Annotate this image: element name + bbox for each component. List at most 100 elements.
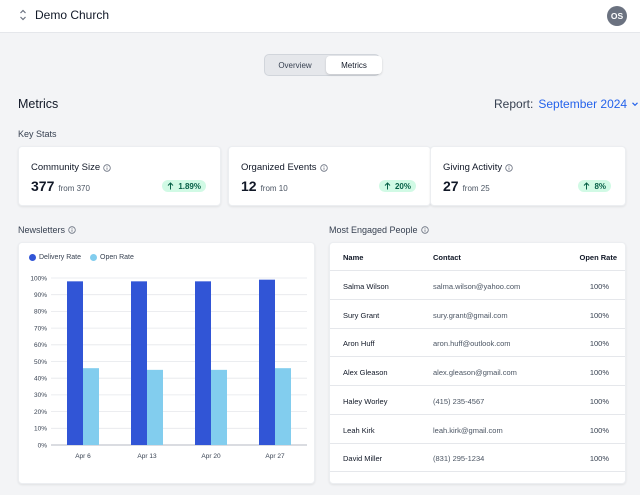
engaged-label: Most Engaged People [329,225,429,235]
report-selector[interactable]: Report: September 2024 [494,97,639,111]
x-tick-label: Apr 27 [265,453,285,460]
arrow-up-icon [384,182,391,190]
table-row[interactable]: Aron Huff aron.huff@outlook.com 100% [330,328,625,358]
bar-delivery-rate[interactable] [67,281,83,445]
person-contact[interactable]: sury.grant@gmail.com [433,311,508,320]
table-row[interactable]: Alex Gleason alex.gleason@gmail.com 100% [330,357,625,387]
org-switcher[interactable]: Demo Church [18,8,109,22]
bar-delivery-rate[interactable] [195,281,211,445]
bar-delivery-rate[interactable] [131,281,147,445]
table-header: Name Contact Open Rate [330,243,625,271]
chevron-down-icon [632,102,639,107]
bar-open-rate[interactable] [275,368,291,445]
engaged-label-text: Most Engaged People [329,225,418,235]
info-icon[interactable] [319,163,328,172]
change-value: 1.89% [178,181,201,191]
stat-card-community-size: Community Size 377 from 370 1.89% [18,146,221,206]
stat-card-organized-events: Organized Events 12 from 10 20% [228,146,431,206]
x-tick-label: Apr 20 [201,453,221,460]
person-open-rate: 100% [589,368,609,378]
person-contact[interactable]: aron.huff@outlook.com [433,339,511,348]
y-tick-label: 100% [30,275,47,282]
table-row[interactable]: Sury Grant sury.grant@gmail.com 100% [330,300,625,329]
org-name: Demo Church [35,8,110,22]
view-tabs: Overview Metrics [264,54,382,76]
bar-open-rate[interactable] [147,369,163,445]
y-tick-label: 60% [34,342,47,349]
arrow-up-icon [167,182,174,190]
info-icon[interactable] [505,163,513,172]
person-contact[interactable]: alex.gleason@gmail.com [433,368,517,377]
bar-delivery-rate[interactable] [259,279,275,445]
key-stats-label: Key Stats [18,129,57,139]
stat-from: from 10 [260,184,288,193]
stat-from: from 370 [58,184,90,193]
stat-number: 12 [241,178,257,194]
bar-open-rate[interactable] [83,368,99,445]
change-badge: 20% [378,180,416,192]
newsletters-label-text: Newsletters [18,225,66,235]
bar-open-rate[interactable] [211,369,227,445]
tab-overview[interactable]: Overview [267,56,323,74]
report-label: Report: [494,97,534,111]
person-contact[interactable]: grigeroj@sambriosed.com [433,483,521,484]
person-name: Joanne Grigero [343,483,395,484]
table-row[interactable]: Salma Wilson salma.wilson@yahoo.com 100% [330,271,625,300]
stat-title-text: Giving Activity [443,162,503,173]
change-badge: 8% [578,180,611,192]
stat-title: Community Size [31,162,111,173]
change-badge: 1.89% [162,180,206,192]
stat-from: from 25 [462,184,490,193]
table-row[interactable]: Leah Kirk leah.kirk@gmail.com 100% [330,415,625,444]
change-value: 20% [394,181,411,191]
person-contact[interactable]: (415) 235-4567 [433,397,484,406]
y-tick-label: 50% [34,359,47,366]
x-tick-label: Apr 13 [137,453,157,460]
stat-title-text: Organized Events [241,162,317,173]
person-name: Leah Kirk [343,425,375,435]
avatar[interactable]: OS [607,6,627,26]
y-tick-label: 10% [34,426,47,433]
info-icon[interactable] [103,163,111,172]
stat-number: 27 [443,178,459,194]
person-name: Salma Wilson [343,282,389,291]
y-tick-label: 40% [34,376,47,383]
y-tick-label: 90% [34,292,47,299]
person-name: Haley Worley [343,396,388,406]
table-row[interactable]: Joanne Grigero grigeroj@sambriosed.com 100… [330,472,625,484]
stat-value: 377 from 370 [31,178,90,194]
person-open-rate: 100% [589,454,609,464]
change-value: 8% [594,181,606,191]
person-contact[interactable]: (831) 295-1234 [433,454,484,463]
tab-metrics[interactable]: Metrics [326,56,382,74]
column-header-contact[interactable]: Contact [433,253,461,262]
report-value: September 2024 [538,97,628,111]
person-open-rate: 100% [589,396,609,406]
table-row[interactable]: Haley Worley (415) 235-4567 100% [330,386,625,415]
chevron-up-down-icon [20,9,26,21]
top-bar: Demo Church OS [0,0,640,33]
column-header-name[interactable]: Name [343,253,363,262]
stat-value: 27 from 25 [443,178,490,194]
person-open-rate: 100% [589,425,609,435]
table-row[interactable]: David Miller (831) 295-1234 100% [330,443,625,473]
column-header-open-rate[interactable]: Open Rate [579,253,617,262]
person-name: Aron Huff [343,339,375,349]
person-name: Sury Grant [343,310,380,320]
y-tick-label: 80% [34,309,47,316]
stat-title: Organized Events [241,162,328,173]
newsletters-bar-chart: 0% 10% 20% 30% 40% 50% 60% 70% 80% 90% 100% Apr 6 Ap… [30,275,307,460]
person-open-rate: 100% [589,339,609,349]
y-tick-label: 70% [34,325,47,332]
person-contact[interactable]: leah.kirk@gmail.com [433,426,503,435]
stat-title-text: Community Size [31,162,101,173]
info-icon[interactable] [420,226,429,234]
arrow-up-icon [584,182,590,190]
info-icon[interactable] [68,226,76,234]
engaged-table: Name Contact Open Rate Salma Wilson salma… [329,242,626,484]
person-name: David Miller [343,454,383,464]
y-tick-label: 20% [34,409,47,416]
person-contact[interactable]: salma.wilson@yahoo.com [433,282,520,291]
stat-card-giving-activity: Giving Activity 27 from 25 8% [430,146,626,206]
x-tick-label: Apr 6 [75,453,91,460]
